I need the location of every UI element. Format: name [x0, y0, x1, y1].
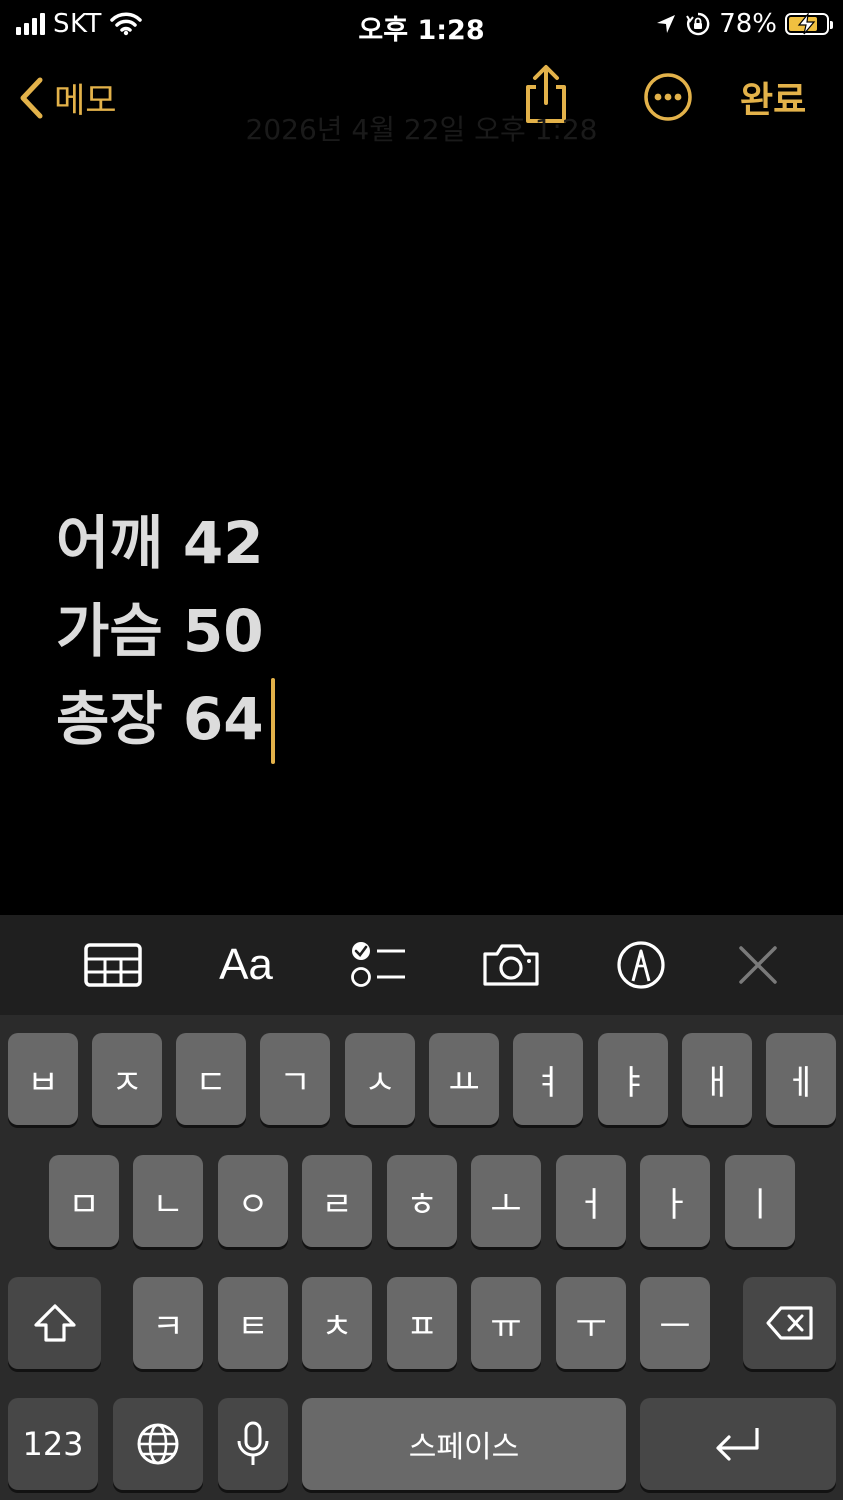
globe-key[interactable] — [113, 1398, 203, 1490]
table-button[interactable] — [83, 937, 143, 993]
shift-key[interactable] — [8, 1277, 101, 1369]
globe-icon — [137, 1423, 179, 1465]
location-arrow-icon — [657, 15, 676, 33]
table-icon — [84, 943, 142, 987]
key-letter[interactable]: ㅂ — [8, 1033, 78, 1125]
camera-icon — [483, 944, 539, 986]
close-icon — [739, 946, 777, 984]
key-letter[interactable]: ㅋ — [133, 1277, 203, 1369]
keyboard: ㅂ ㅈ ㄷ ㄱ ㅅ ㅛ ㅕ ㅑ ㅐ ㅔ ㅁ ㄴ ㅇ ㄹ ㅎ ㅗ ㅓ ㅏ ㅣ ㅋ … — [0, 1015, 843, 1500]
text-format-label: Aa — [219, 940, 273, 989]
battery-percent: 78% — [719, 9, 777, 39]
markup-pen-icon — [617, 941, 665, 989]
key-letter[interactable]: ㅏ — [640, 1155, 710, 1247]
format-toolbar: Aa — [0, 915, 843, 1015]
backspace-icon — [765, 1306, 813, 1340]
text-caret — [271, 678, 275, 764]
status-right: 78% — [655, 8, 833, 40]
key-letter[interactable]: ㄴ — [133, 1155, 203, 1247]
close-keyboard-button[interactable] — [728, 937, 788, 993]
battery-nub — [830, 21, 833, 29]
key-letter[interactable]: ㅈ — [92, 1033, 162, 1125]
key-letter[interactable]: ㅅ — [345, 1033, 415, 1125]
return-arrow-icon — [716, 1428, 759, 1461]
key-letter[interactable]: ㅡ — [640, 1277, 710, 1369]
space-key[interactable]: 스페이스 — [302, 1398, 626, 1490]
backspace-key[interactable] — [743, 1277, 836, 1369]
status-bar: SKT 오후 1:28 78% — [0, 0, 843, 48]
charging-bolt-icon — [797, 13, 816, 35]
key-letter[interactable]: ㄹ — [302, 1155, 372, 1247]
key-letter[interactable]: ㅔ — [766, 1033, 836, 1125]
markup-button[interactable] — [611, 937, 671, 993]
battery-icon — [785, 13, 833, 35]
key-letter[interactable]: ㅗ — [471, 1155, 541, 1247]
note-line: 가슴 50 — [56, 597, 264, 665]
note-date: 2026년 4월 22일 오후 1:28 — [245, 113, 598, 146]
dictation-key[interactable] — [218, 1398, 288, 1490]
key-letter[interactable]: ㅊ — [302, 1277, 372, 1369]
key-letter[interactable]: ㅕ — [513, 1033, 583, 1125]
key-letter[interactable]: ㅛ — [429, 1033, 499, 1125]
checklist-button[interactable] — [348, 937, 408, 993]
key-letter[interactable]: ㅑ — [598, 1033, 668, 1125]
return-key[interactable] — [640, 1398, 836, 1490]
key-letter[interactable]: ㅁ — [49, 1155, 119, 1247]
numbers-key[interactable]: 123 — [8, 1398, 98, 1490]
text-format-button[interactable]: Aa — [216, 937, 276, 993]
key-letter[interactable]: ㅇ — [218, 1155, 288, 1247]
key-letter[interactable]: ㅠ — [471, 1277, 541, 1369]
checklist-icon — [351, 942, 405, 987]
key-letter[interactable]: ㅍ — [387, 1277, 457, 1369]
key-letter[interactable]: ㄱ — [260, 1033, 330, 1125]
orientation-lock-icon — [686, 12, 710, 36]
note-line: 어깨 42 — [56, 509, 264, 577]
camera-button[interactable] — [481, 937, 541, 993]
key-letter[interactable]: ㅓ — [556, 1155, 626, 1247]
key-letter[interactable]: ㅎ — [387, 1155, 457, 1247]
key-letter[interactable]: ㅐ — [682, 1033, 752, 1125]
shift-arrow-icon — [33, 1304, 76, 1342]
key-letter[interactable]: ㅜ — [556, 1277, 626, 1369]
key-letter[interactable]: ㅣ — [725, 1155, 795, 1247]
microphone-icon — [237, 1421, 269, 1465]
note-body[interactable]: 어깨 42 가슴 50 총장 64 — [56, 505, 264, 769]
key-letter[interactable]: ㄷ — [176, 1033, 246, 1125]
note-line: 총장 64 — [56, 685, 264, 753]
key-letter[interactable]: ㅌ — [218, 1277, 288, 1369]
